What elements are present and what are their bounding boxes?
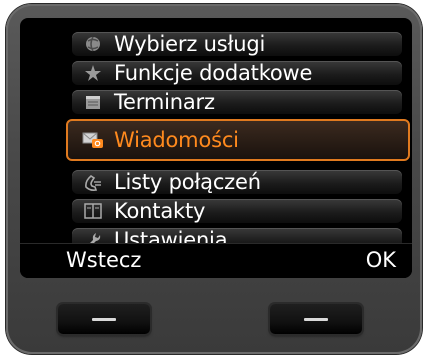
star-icon xyxy=(82,62,104,84)
menu-item-call-lists[interactable]: Listy połączeń xyxy=(72,170,402,194)
menu-item-label: Listy połączeń xyxy=(114,170,261,194)
calendar-icon xyxy=(82,91,104,113)
display-screen: Wybierz usługi Funkcje dodatkowe Termina… xyxy=(20,18,412,278)
softkey-right-label: OK xyxy=(365,248,396,272)
dash-icon xyxy=(304,318,328,321)
menu-item-label: Terminarz xyxy=(114,90,215,114)
book-icon xyxy=(82,200,104,222)
messages-icon xyxy=(82,129,104,151)
menu-item-additional-features[interactable]: Funkcje dodatkowe xyxy=(72,61,402,85)
menu-item-label: Wiadomości xyxy=(114,128,239,152)
menu-item-calendar[interactable]: Terminarz xyxy=(72,90,402,114)
main-menu: Wybierz usługi Funkcje dodatkowe Termina… xyxy=(66,32,410,257)
menu-item-label: Wybierz usługi xyxy=(114,32,266,56)
dash-icon xyxy=(92,318,116,321)
menu-item-messages[interactable]: Wiadomości xyxy=(66,119,410,161)
menu-item-label: Kontakty xyxy=(114,199,206,223)
globe-icon xyxy=(82,33,104,55)
phone-device: Wybierz usługi Funkcje dodatkowe Termina… xyxy=(6,4,422,354)
softkey-left-label: Wstecz xyxy=(66,248,142,272)
menu-item-contacts[interactable]: Kontakty xyxy=(72,199,402,223)
softkey-bar: Wstecz OK xyxy=(20,243,412,278)
menu-item-select-services[interactable]: Wybierz usługi xyxy=(72,32,402,56)
menu-item-label: Funkcje dodatkowe xyxy=(114,61,313,85)
left-softkey-button[interactable] xyxy=(58,304,150,334)
right-softkey-button[interactable] xyxy=(270,304,362,334)
call-list-icon xyxy=(82,171,104,193)
